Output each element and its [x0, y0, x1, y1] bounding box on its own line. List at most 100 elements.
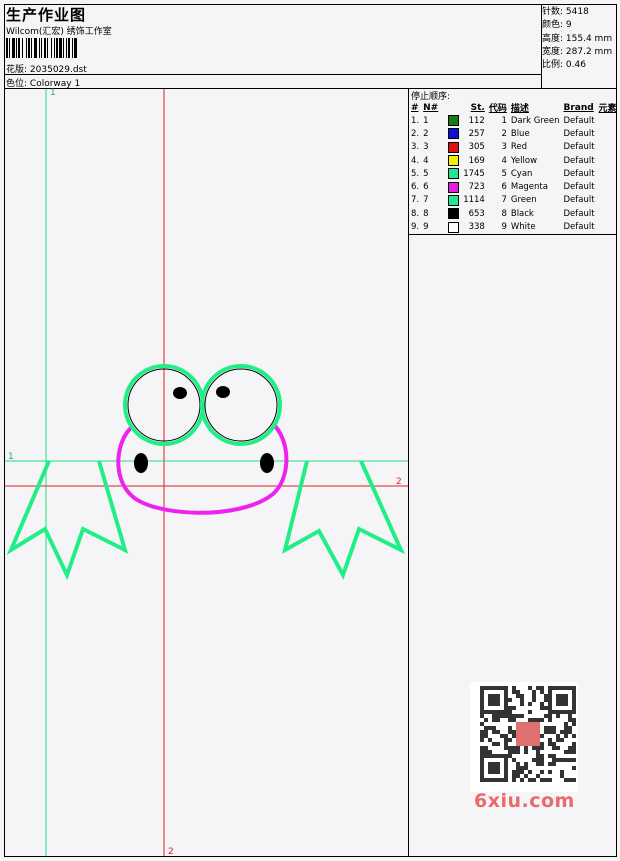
axis-label-v1: 1	[50, 88, 56, 98]
qr-module	[540, 718, 544, 722]
height-value: 155.4 mm	[565, 33, 613, 44]
row-index: 3.	[411, 142, 420, 153]
qr-module	[528, 718, 532, 722]
row-code: 8	[501, 208, 507, 219]
row-n: 6	[423, 182, 429, 193]
qr-module	[516, 690, 520, 694]
row-swatch	[446, 114, 461, 127]
axis-label-h2: 2	[396, 477, 402, 487]
qr-module	[560, 770, 564, 774]
qr-module	[508, 730, 512, 734]
row-brand: Default	[563, 168, 595, 179]
qr-module	[572, 734, 576, 738]
row-index: 6.	[411, 182, 420, 193]
qr-module	[568, 714, 572, 718]
qr-module	[564, 778, 568, 782]
qr-module	[508, 750, 512, 754]
qr-module	[548, 778, 552, 782]
qr-module	[540, 690, 544, 694]
qr-module	[540, 706, 544, 710]
col-header-color	[446, 101, 461, 114]
row-code: 5	[501, 168, 507, 179]
qr-module	[536, 750, 540, 754]
qr-module	[516, 694, 520, 698]
axis-label-h1: 1	[8, 452, 14, 462]
qr-module	[504, 714, 508, 718]
width-label: 宽度:	[542, 46, 564, 57]
qr-module	[556, 714, 560, 718]
col-header-stitches: St.	[470, 102, 485, 113]
qr-module	[516, 750, 520, 754]
qr-module	[544, 694, 548, 698]
qr-module	[572, 766, 576, 770]
qr-module	[512, 734, 516, 738]
left-nostril	[134, 453, 148, 473]
row-swatch	[446, 180, 461, 193]
qr-module	[480, 738, 484, 742]
qr-module	[568, 718, 572, 722]
row-code: 2	[501, 128, 507, 139]
row-desc: Yellow	[510, 155, 538, 166]
row-index: 9.	[411, 222, 420, 233]
color-swatch	[448, 221, 460, 233]
color-swatch	[448, 141, 460, 153]
row-desc: Blue	[510, 128, 530, 139]
qr-module	[492, 718, 496, 722]
scale-value: 0.46	[565, 60, 586, 71]
qr-module	[568, 750, 572, 754]
row-code: 4	[501, 155, 507, 166]
qr-module	[516, 770, 520, 774]
qr-module	[548, 718, 552, 722]
color-swatch	[448, 115, 460, 127]
qr-module	[520, 766, 524, 770]
qr-module	[544, 706, 548, 710]
qr-module	[500, 734, 504, 738]
qr-module	[512, 770, 516, 774]
qr-module	[568, 726, 572, 730]
col-header-element: 元素	[598, 104, 617, 114]
qr-module	[512, 774, 516, 778]
qr-module	[524, 766, 528, 770]
qr-module	[516, 774, 520, 778]
color-swatch	[448, 128, 460, 140]
row-desc: Dark Green	[510, 115, 560, 126]
qr-module	[508, 718, 512, 722]
qr-module	[532, 778, 536, 782]
barcode	[6, 38, 142, 58]
qr-module	[552, 742, 556, 746]
qr-module	[536, 762, 540, 766]
row-n: 9	[423, 222, 429, 233]
qr-module	[540, 734, 544, 738]
qr-module	[508, 698, 512, 702]
qr-module	[556, 758, 560, 762]
row-code: 1	[501, 115, 507, 126]
qr-module	[548, 742, 552, 746]
col-header-brand: Brand	[563, 102, 594, 113]
qr-module	[532, 758, 536, 762]
qr-module	[536, 718, 540, 722]
qr-module	[504, 734, 508, 738]
qr-module	[572, 758, 576, 762]
qr-module	[556, 734, 560, 738]
qr-module	[564, 758, 568, 762]
row-brand: Default	[563, 155, 595, 166]
qr-module	[552, 730, 556, 734]
qr-module	[552, 758, 556, 762]
qr-module	[532, 698, 536, 702]
row-code: 9	[501, 222, 507, 233]
right-foot	[281, 460, 406, 580]
qr-module	[524, 762, 528, 766]
qr-module	[512, 718, 516, 722]
col-header-desc: 描述	[510, 104, 529, 114]
qr-module	[480, 714, 484, 718]
qr-module	[540, 702, 544, 706]
qr-module	[544, 730, 548, 734]
color-swatch	[448, 155, 460, 167]
row-swatch	[446, 154, 461, 167]
qr-module	[548, 730, 552, 734]
row-swatch	[446, 141, 461, 154]
qr-module	[568, 778, 572, 782]
stats-panel: 针数: 5418 颜色: 9 高度: 155.4 mm 宽度: 287.2 mm…	[542, 6, 612, 72]
col-header-index: #	[411, 102, 419, 113]
colorway-row: 色位: Colorway 1	[6, 76, 80, 89]
